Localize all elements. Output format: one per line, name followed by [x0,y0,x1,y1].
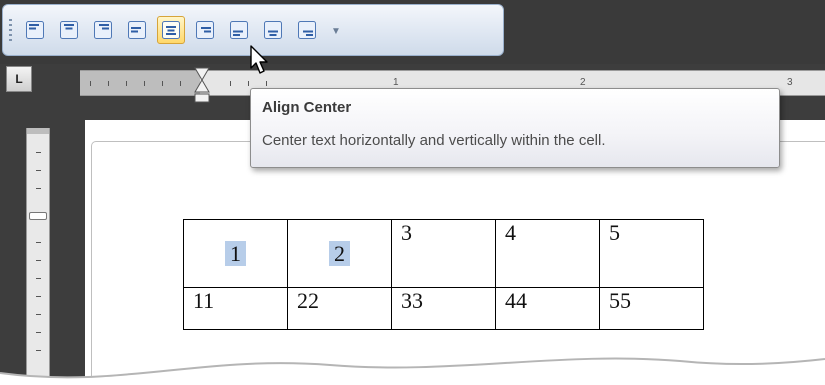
ruler-number-1: 1 [393,77,399,88]
align-bottom-center-button[interactable] [259,16,287,44]
table-cell[interactable]: 55 [599,287,704,330]
align-top-left-icon [26,21,44,39]
table-cell[interactable]: 1 [183,219,288,288]
align-middle-right-icon [196,21,214,39]
mouse-pointer-icon [250,45,268,74]
table-cell[interactable]: 2 [287,219,392,288]
align-center-button[interactable] [157,16,185,44]
toolbar-dropdown-arrow-icon[interactable]: ▼ [331,26,341,37]
ruler-number-3: 3 [787,77,793,88]
align-top-center-icon [60,21,78,39]
toolbar-grip[interactable] [9,19,12,43]
ruler-margin [80,71,200,95]
table-cell[interactable]: 44 [495,287,600,330]
align-bottom-left-icon [230,21,248,39]
word-processor-window: ▼ L 1 2 3 1 2 3 4 5 11 22 33 44 55 Align… [0,0,825,385]
document-table[interactable]: 1 2 3 4 5 11 22 33 44 55 [183,219,704,330]
align-top-left-button[interactable] [21,16,49,44]
torn-edge [0,357,825,385]
align-bottom-right-button[interactable] [293,16,321,44]
tab-selector-button[interactable]: L [6,66,32,92]
align-top-right-icon [94,21,112,39]
tooltip-title: Align Center [262,99,352,116]
align-bottom-left-button[interactable] [225,16,253,44]
align-middle-right-button[interactable] [191,16,219,44]
align-middle-left-button[interactable] [123,16,151,44]
table-cell[interactable]: 22 [287,287,392,330]
vertical-ruler-marker[interactable] [29,212,47,220]
table-cell[interactable]: 33 [391,287,496,330]
ruler-number-2: 2 [580,77,586,88]
align-middle-left-icon [128,21,146,39]
indent-marker-icon[interactable] [193,66,211,106]
tooltip-description: Center text horizontally and vertically … [262,132,606,149]
align-bottom-right-icon [298,21,316,39]
table-row: 11 22 33 44 55 [183,287,704,330]
table-cell[interactable]: 3 [391,219,496,288]
align-top-right-button[interactable] [89,16,117,44]
table-row: 1 2 3 4 5 [183,219,704,288]
table-cell[interactable]: 5 [599,219,704,288]
table-cell[interactable]: 11 [183,287,288,330]
align-top-center-button[interactable] [55,16,83,44]
table-cell[interactable]: 4 [495,219,600,288]
selected-cell-text[interactable]: 1 [225,240,246,266]
align-center-icon [162,21,180,39]
align-center-tooltip: Align Center Center text horizontally an… [250,88,780,168]
align-bottom-center-icon [264,21,282,39]
selected-cell-text[interactable]: 2 [329,240,350,266]
